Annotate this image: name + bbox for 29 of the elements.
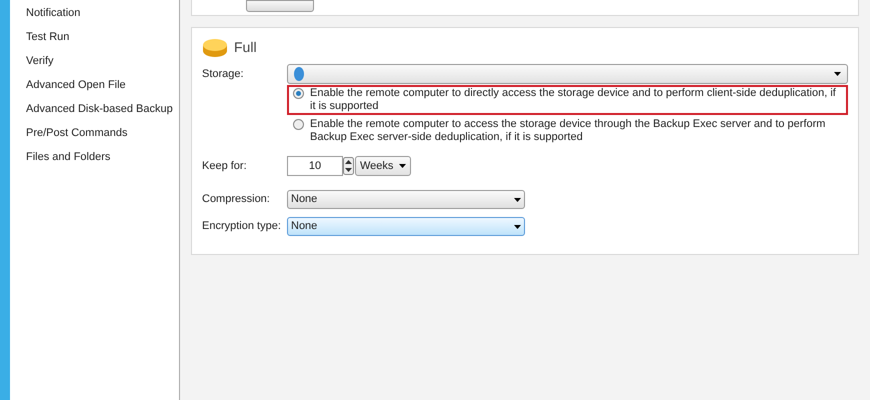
dropdown[interactable]: None <box>287 190 525 209</box>
sidebar-item[interactable]: Pre/Post Commands <box>26 125 179 141</box>
sidebar-item[interactable]: Notification <box>26 5 179 21</box>
caret-icon <box>514 224 521 228</box>
sidebar-item[interactable]: Test Run <box>26 29 179 45</box>
sidebar-item[interactable]: Files and Folders <box>26 149 179 165</box>
option-label[interactable]: Enable the remote computer to directly access the storage device and to perform client-side deduplication, if it is supported <box>310 87 838 113</box>
radio-button[interactable] <box>293 88 304 99</box>
caret-icon <box>514 198 521 202</box>
button[interactable] <box>246 0 314 12</box>
number-field[interactable]: 10 <box>287 156 343 176</box>
sidebar-item[interactable]: Advanced Disk-based Backup <box>26 101 179 117</box>
caret-icon <box>399 164 406 168</box>
field-label: Keep for: <box>202 158 248 174</box>
unit-dropdown[interactable]: Weeks <box>355 156 412 176</box>
sidebar-item[interactable]: Verify <box>26 53 179 69</box>
sidebar-item[interactable]: Advanced Open File <box>26 77 179 93</box>
option-label[interactable]: Enable the remote computer to access the storage device through the Backup Exec server and to perform Backup Exec server-side deduplication, if it is supported <box>310 118 838 144</box>
dropdown[interactable]: None <box>287 217 525 236</box>
radio-button[interactable] <box>293 119 304 130</box>
storage-dropdown[interactable] <box>287 64 848 84</box>
spinner-icon[interactable] <box>343 157 354 175</box>
section-title: Full <box>234 38 257 57</box>
field-label: Encryption type: <box>202 219 282 234</box>
field-label: Storage: <box>202 67 245 82</box>
caret-icon <box>834 72 841 76</box>
storage-icon <box>294 67 304 81</box>
field-label: Compression: <box>202 192 271 208</box>
disk-icon <box>202 38 228 58</box>
